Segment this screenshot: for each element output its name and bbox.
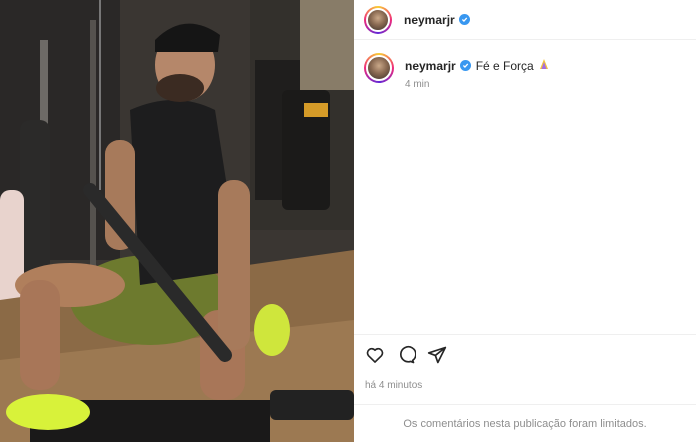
comment-icon[interactable] — [396, 345, 417, 365]
share-icon[interactable] — [427, 345, 447, 365]
caption-username[interactable]: neymarjr — [405, 59, 456, 73]
comments-section: Os comentários nesta publicação foram li… — [354, 404, 696, 442]
caption-timestamp: 4 min — [405, 79, 430, 90]
author-username[interactable]: neymarjr — [404, 13, 455, 27]
post-header: neymarjr — [354, 0, 696, 40]
post-photo[interactable] — [0, 0, 354, 442]
post-actions: há 4 minutos Os comentários nesta public… — [354, 334, 696, 442]
caption-author-avatar[interactable] — [364, 53, 394, 83]
post-side-panel: neymarjr neymarjr Fé e Força 4 min há 4 … — [354, 0, 696, 442]
author-avatar[interactable] — [364, 5, 392, 34]
verified-badge-icon — [459, 60, 471, 71]
caption-text: Fé e Força — [475, 58, 534, 73]
praying-hands-emoji-icon — [538, 58, 550, 73]
photo-gym-scene — [0, 0, 354, 442]
post-timestamp: há 4 minutos — [365, 380, 423, 391]
post-caption: neymarjr Fé e Força 4 min — [364, 53, 689, 90]
comments-limited-notice: Os comentários nesta publicação foram li… — [403, 418, 647, 430]
heart-icon[interactable] — [365, 345, 385, 365]
verified-badge-icon — [458, 14, 470, 25]
